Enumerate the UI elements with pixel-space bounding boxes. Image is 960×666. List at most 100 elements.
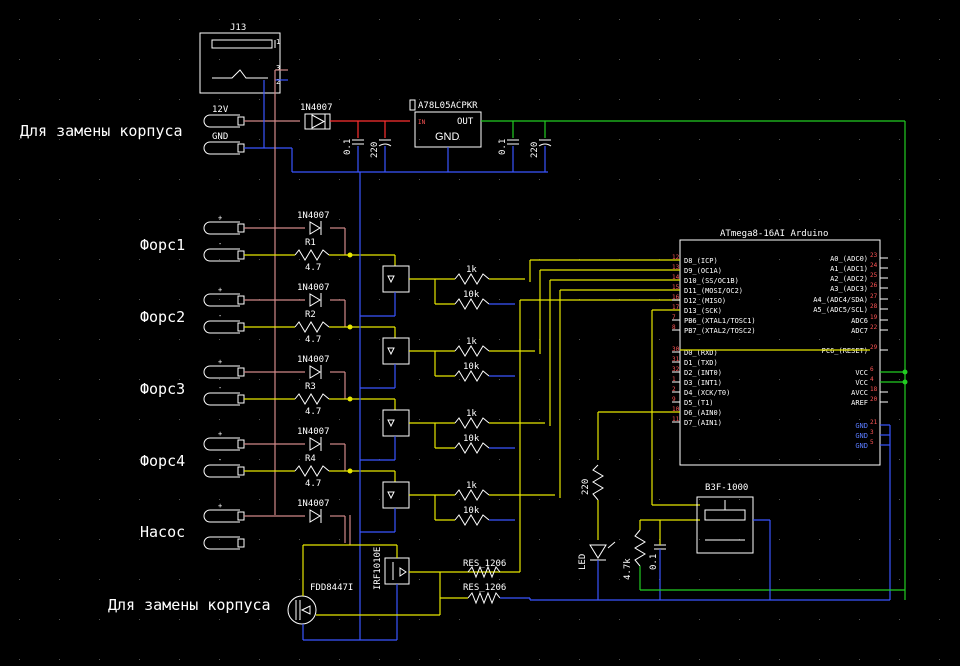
mcu-pin-num: 4 bbox=[870, 376, 874, 383]
mcu-pin-num: 28 bbox=[870, 303, 878, 310]
mcu-pin-num: 9 bbox=[672, 396, 676, 403]
mcu-pin-name: PC6_(RESET) bbox=[822, 347, 868, 355]
mcu-pin-name: ADC6 bbox=[851, 317, 868, 325]
r2-value: 4.7 bbox=[305, 335, 321, 345]
mcu-pin-name: GND bbox=[855, 422, 868, 430]
plus-mark: + bbox=[218, 358, 222, 366]
schematic-svg: 132 J13 12V GND Для замены корпуса 1N400… bbox=[0, 0, 960, 666]
res1206b-label: RES_1206 bbox=[463, 583, 506, 593]
mcu-pin-num: 21 bbox=[870, 419, 878, 426]
mcu-pin-name: A2_(ADC2) bbox=[830, 275, 868, 283]
svg-text:2: 2 bbox=[276, 78, 280, 86]
c3-value: 0.1 bbox=[498, 139, 508, 155]
minus-mark: - bbox=[218, 312, 222, 320]
12v-label: 12V bbox=[212, 105, 229, 115]
c1-value: 0.1 bbox=[343, 139, 353, 155]
mcu-pin-num: 6 bbox=[870, 366, 874, 373]
mcu-pin-name: D10_(SS/OC1B) bbox=[684, 277, 739, 285]
r1k-label-1: 1k bbox=[466, 265, 477, 275]
plus-mark: + bbox=[218, 502, 222, 510]
d4-label: 1N4007 bbox=[297, 427, 330, 437]
mcu-pin-num: 22 bbox=[870, 324, 878, 331]
plus-mark: + bbox=[218, 286, 222, 294]
fors3-label: Форс3 bbox=[140, 380, 185, 398]
minus-mark: - bbox=[218, 456, 222, 464]
mcu-pin-num: 5 bbox=[870, 439, 874, 446]
mcu-pin-name: GND bbox=[855, 442, 868, 450]
mcu-pin-name: A0_(ADC0) bbox=[830, 255, 868, 263]
mcu-pin-name: D2_(INT0) bbox=[684, 369, 722, 377]
plus-mark: + bbox=[218, 214, 222, 222]
r2-label: R2 bbox=[305, 310, 316, 320]
mcu-pin-num: 27 bbox=[870, 293, 878, 300]
mcu-pin-name: A1_(ADC1) bbox=[830, 265, 868, 273]
minus-mark: - bbox=[218, 240, 222, 248]
mcu-pin-num: 23 bbox=[870, 252, 878, 259]
fors2-label: Форс2 bbox=[140, 308, 185, 326]
mcu-pin-name: D7_(AIN1) bbox=[684, 419, 722, 427]
mcu-pin-name: D1_(TXD) bbox=[684, 359, 718, 367]
svg-text:1: 1 bbox=[276, 38, 280, 46]
gnd-conn-label: GND bbox=[212, 132, 228, 142]
r10k-label-3: 10k bbox=[463, 434, 480, 444]
schematic-canvas: 132 J13 12V GND Для замены корпуса 1N400… bbox=[0, 0, 960, 666]
reg-label: A78L05ACPKR bbox=[418, 101, 478, 111]
btn-label: B3F-1000 bbox=[705, 483, 748, 493]
mcu-pin-name: D4_(XCK/T0) bbox=[684, 389, 730, 397]
mcu-pin-name: D11_(MOSI/OC2) bbox=[684, 287, 743, 295]
mcu-pin-num: 2 bbox=[672, 386, 676, 393]
minus-mark: - bbox=[218, 384, 222, 392]
mcu-pin-num: 8 bbox=[672, 324, 676, 331]
j13-label: J13 bbox=[230, 23, 246, 33]
mcu-pin-num: 30 bbox=[672, 346, 680, 353]
mcu-pin-num: 11 bbox=[672, 416, 680, 423]
r47k-label: 4.7k bbox=[623, 558, 633, 580]
mcu-pin-num: 25 bbox=[870, 272, 878, 279]
r10k-label-2: 10k bbox=[463, 362, 480, 372]
res1206a-label: RES_1206 bbox=[463, 559, 506, 569]
mcu-pin-name: D12_(MISO) bbox=[684, 297, 726, 305]
mcu-pin-name: A3_(ADC3) bbox=[830, 285, 868, 293]
mcu-pin-name: A4_(ADC4/SDA) bbox=[813, 296, 868, 304]
mcu-pin-name: D5_(T1) bbox=[684, 399, 714, 407]
c2-value: 220 bbox=[370, 142, 380, 158]
mcu-pin-name: AREF bbox=[851, 399, 868, 407]
mcu-pin-num: 3 bbox=[870, 429, 874, 436]
r1k-label-2: 1k bbox=[466, 337, 477, 347]
c4-value: 220 bbox=[530, 142, 540, 158]
reg-gnd: GND bbox=[435, 131, 460, 143]
mcu-pin-num: 20 bbox=[870, 396, 878, 403]
case-label-bottom: Для замены корпуса bbox=[108, 596, 271, 614]
d5-label: 1N4007 bbox=[297, 499, 330, 509]
mcu-pin-name: PB6_(XTAL1/TOSC1) bbox=[684, 317, 756, 325]
d3-label: 1N4007 bbox=[297, 355, 330, 365]
c01-label: 0.1 bbox=[649, 554, 659, 570]
mcu-pin-num: 16 bbox=[672, 294, 680, 301]
fdd-label: FDD8447I bbox=[310, 583, 353, 593]
junction bbox=[347, 324, 353, 330]
r4-value: 4.7 bbox=[305, 479, 321, 489]
mcu-pin-name: A5_(ADC5/SCL) bbox=[813, 306, 868, 314]
mcu-pin-name: ADC7 bbox=[851, 327, 868, 335]
d1-label: 1N4007 bbox=[297, 211, 330, 221]
r1-label: R1 bbox=[305, 238, 316, 248]
irf-label: IRF1010E bbox=[373, 547, 383, 590]
reg-out: OUT bbox=[457, 117, 474, 127]
case-label-top: Для замены корпуса bbox=[20, 122, 183, 140]
reg-in: IN bbox=[418, 119, 426, 126]
mcu-pin-name: D13_(SCK) bbox=[684, 307, 722, 315]
mcu-title: ATmega8-16AI Arduino bbox=[720, 229, 828, 239]
r10k-label-4: 10k bbox=[463, 506, 480, 516]
r10k-label-1: 10k bbox=[463, 290, 480, 300]
junction bbox=[347, 252, 353, 258]
mcu-pin-name: D3_(INT1) bbox=[684, 379, 722, 387]
r4-label: R4 bbox=[305, 454, 316, 464]
r3-label: R3 bbox=[305, 382, 316, 392]
d2-label: 1N4007 bbox=[297, 283, 330, 293]
mcu-pin-name: D8_(ICP) bbox=[684, 257, 718, 265]
mcu-pin-num: 32 bbox=[672, 366, 680, 373]
fors4-label: Форс4 bbox=[140, 452, 185, 470]
mcu-pin-name: VCC bbox=[855, 379, 868, 387]
mcu-pin-num: 26 bbox=[870, 282, 878, 289]
mcu-pin-name: VCC bbox=[855, 369, 868, 377]
